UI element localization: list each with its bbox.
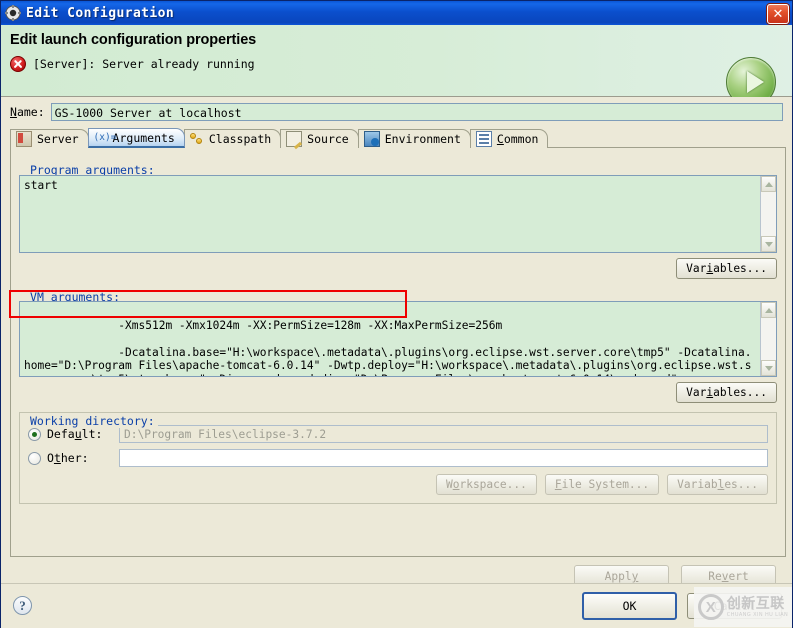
- page-title: Edit launch configuration properties: [10, 32, 257, 48]
- scroll-down-icon[interactable]: [761, 360, 776, 376]
- status-message-row: [Server]: Server already running: [10, 56, 792, 72]
- tab-server[interactable]: Server: [10, 129, 89, 148]
- working-directory-other-label: Other:: [47, 451, 89, 465]
- status-message: [Server]: Server already running: [33, 57, 255, 71]
- vm-arguments-scrollbar[interactable]: [760, 302, 776, 376]
- server-icon: [16, 131, 32, 147]
- tab-server-label: Server: [37, 132, 79, 146]
- working-directory-other-radio[interactable]: [28, 451, 41, 465]
- tab-strip: Server (x)= Arguments Classpath Source E…: [10, 128, 786, 148]
- source-icon: [286, 131, 303, 147]
- working-directory-default-label: Default:: [47, 427, 103, 441]
- scroll-up-icon[interactable]: [761, 176, 776, 192]
- dialog-footer: ? OK Cancel: [1, 583, 792, 627]
- vm-arguments-variables-button[interactable]: Variables...: [676, 382, 777, 403]
- tab-common[interactable]: Common: [469, 129, 549, 148]
- name-input[interactable]: GS-1000 Server at localhost: [50, 103, 783, 121]
- close-icon: ✕: [772, 6, 784, 22]
- program-arguments-group: Program arguments: start Variables...: [19, 163, 777, 279]
- gear-icon: [5, 5, 21, 21]
- tab-source[interactable]: Source: [280, 129, 359, 148]
- environment-icon: [363, 131, 380, 147]
- classpath-icon: [189, 132, 204, 146]
- vm-arguments-textarea[interactable]: -Xms512m -Xmx1024m -XX:PermSize=128m -XX…: [19, 301, 777, 377]
- window-title: Edit Configuration: [26, 5, 175, 21]
- dialog-header: Edit launch configuration properties [Se…: [1, 25, 792, 107]
- working-directory-buttons: Workspace... File System... Variables...: [28, 474, 768, 495]
- tab-classpath-label: Classpath: [208, 132, 272, 146]
- working-directory-other-row: Other:: [28, 449, 768, 467]
- tab-arguments[interactable]: (x)= Arguments: [87, 128, 185, 148]
- name-row: Name: GS-1000 Server at localhost: [10, 103, 786, 121]
- working-directory-variables-button[interactable]: Variables...: [667, 474, 768, 495]
- title-bar: Edit Configuration ✕: [1, 1, 792, 25]
- program-arguments-scrollbar[interactable]: [760, 176, 776, 252]
- file-system-button[interactable]: File System...: [544, 474, 660, 495]
- scroll-down-icon[interactable]: [761, 236, 776, 252]
- tab-common-label: Common: [496, 132, 539, 146]
- close-button[interactable]: ✕: [767, 4, 789, 24]
- scroll-up-icon[interactable]: [761, 302, 776, 318]
- play-triangle-icon: [746, 71, 764, 93]
- working-directory-default-radio[interactable]: [28, 427, 41, 441]
- tab-arguments-label: Arguments: [112, 130, 175, 145]
- vm-arguments-group: VM arguments: -Xms512m -Xmx1024m -XX:Per…: [19, 286, 777, 403]
- program-arguments-variables-button[interactable]: Variables...: [676, 258, 777, 279]
- tab-environment[interactable]: Environment: [357, 129, 471, 148]
- program-arguments-textarea[interactable]: start: [19, 175, 777, 253]
- ok-button[interactable]: OK: [582, 591, 677, 620]
- tab-environment-label: Environment: [384, 132, 461, 146]
- vm-arguments-rest: -Dcatalina.base="H:\workspace\.metadata\…: [24, 345, 752, 376]
- tab-classpath[interactable]: Classpath: [183, 129, 282, 148]
- working-directory-other-input[interactable]: [119, 449, 768, 467]
- help-icon[interactable]: ?: [13, 596, 32, 615]
- variable-icon: (x)=: [93, 131, 117, 143]
- working-directory-legend: Working directory:: [27, 414, 158, 428]
- common-icon: [475, 131, 492, 147]
- name-label: Name:: [10, 105, 45, 119]
- tab-source-label: Source: [307, 132, 349, 146]
- error-icon: [10, 56, 26, 72]
- arguments-tab-panel: Program arguments: start Variables... VM…: [10, 147, 786, 557]
- dialog-body: Name: GS-1000 Server at localhost Server…: [1, 97, 792, 628]
- working-directory-default-input: D:\Program Files\eclipse-3.7.2: [119, 425, 768, 443]
- vm-arguments-highlighted-line: -Xms512m -Xmx1024m -XX:PermSize=128m -XX…: [118, 318, 503, 332]
- cancel-button[interactable]: Cancel: [687, 592, 782, 619]
- edit-configuration-dialog: Edit Configuration ✕ Edit launch configu…: [0, 0, 793, 628]
- program-arguments-value[interactable]: start: [20, 176, 760, 252]
- vm-arguments-value[interactable]: -Xms512m -Xmx1024m -XX:PermSize=128m -XX…: [20, 302, 760, 376]
- workspace-button[interactable]: Workspace...: [435, 474, 537, 495]
- working-directory-group: Working directory: Default: D:\Program F…: [19, 412, 777, 504]
